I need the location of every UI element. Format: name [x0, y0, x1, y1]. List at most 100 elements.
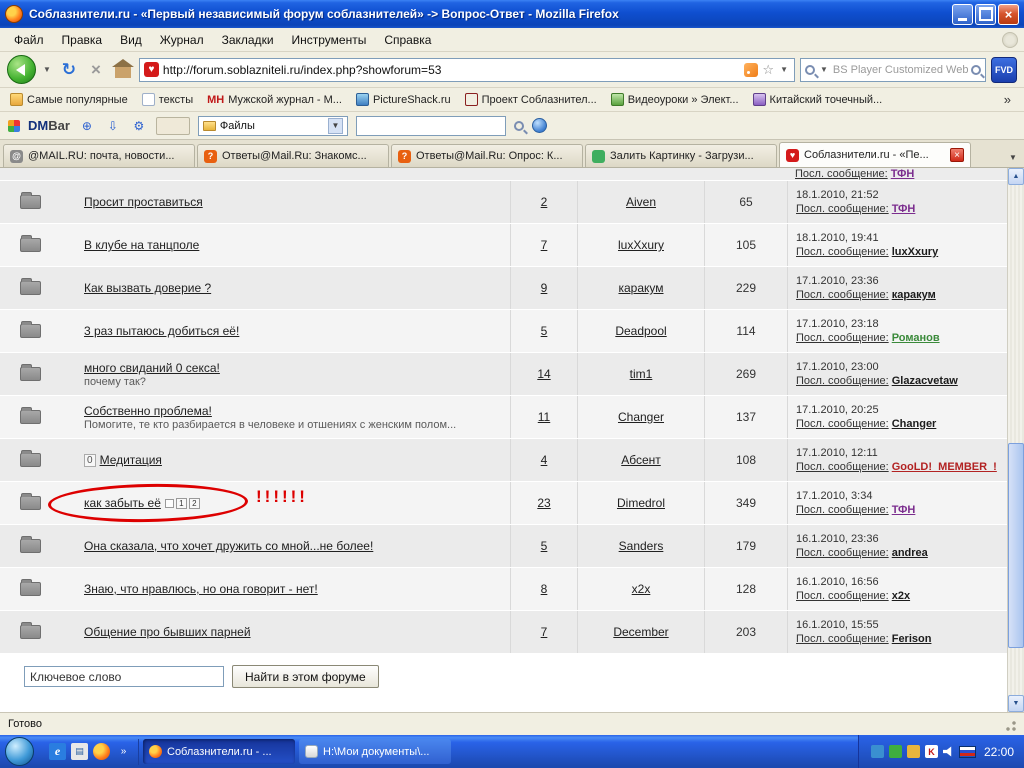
last-post-author[interactable]: luxXxury [892, 246, 938, 258]
volume-icon[interactable] [942, 746, 952, 757]
last-post-label[interactable]: Посл. сообщение: [795, 168, 888, 180]
bookmark-item[interactable]: Китайский точечный... [752, 93, 882, 106]
topic-link[interactable]: много свиданий 0 секса! [84, 361, 220, 375]
menu-view[interactable]: Вид [112, 30, 150, 50]
last-post-author[interactable]: каракум [892, 289, 936, 301]
last-post-author[interactable]: x2x [892, 590, 910, 602]
author-link[interactable]: Changer [618, 410, 664, 424]
dmbar-globe-icon[interactable] [531, 118, 547, 133]
topic-link[interactable]: В клубе на танцполе [84, 238, 199, 252]
author-link[interactable]: Dimedrol [617, 496, 665, 510]
last-post-label[interactable]: Посл. сообщение: [796, 203, 889, 215]
author-link[interactable]: tim1 [630, 367, 653, 381]
tab-otvety-1[interactable]: ? Ответы@Mail.Ru: Знакомс... [197, 144, 389, 167]
last-post-label[interactable]: Посл. сообщение: [796, 547, 889, 559]
tab-upload-image[interactable]: Залить Картинку - Загрузи... [585, 144, 777, 167]
firefox-icon[interactable] [93, 743, 110, 760]
rss-icon[interactable] [744, 62, 759, 77]
last-post-label[interactable]: Посл. сообщение: [796, 332, 889, 344]
web-search-box[interactable]: ▼ BS Player Customized Web S [800, 57, 986, 82]
replies-link[interactable]: 9 [541, 281, 548, 295]
topic-link[interactable]: Медитация [100, 453, 162, 467]
search-engine-dropdown-icon[interactable]: ▼ [818, 65, 830, 74]
back-button[interactable] [7, 55, 36, 84]
dmbar-download-icon[interactable]: ⇩ [104, 117, 122, 135]
tray-update-icon[interactable] [906, 745, 920, 758]
topic-link[interactable]: как забыть её [84, 496, 161, 510]
menu-help[interactable]: Справка [376, 30, 439, 50]
back-history-dropdown-icon[interactable]: ▼ [41, 65, 53, 74]
close-button[interactable]: × [998, 3, 1019, 25]
dmbar-search-icon[interactable] [513, 120, 524, 131]
tab-close-icon[interactable]: × [950, 148, 964, 162]
stop-button[interactable]: × [85, 59, 107, 81]
scrollbar-thumb[interactable] [1008, 443, 1024, 648]
replies-link[interactable]: 11 [538, 410, 550, 424]
dmbar-search-input[interactable] [355, 115, 506, 136]
last-post-author[interactable]: Changer [892, 418, 937, 430]
topic-link[interactable]: Общение про бывших парней [84, 625, 251, 639]
task-button-explorer[interactable]: H:\Мои документы\... [299, 739, 451, 764]
bookmark-item[interactable]: Проект Соблазнител... [464, 93, 597, 106]
author-link[interactable]: December [613, 625, 668, 639]
last-post-author[interactable]: GooLD!_MEMBER_! [892, 461, 997, 473]
last-post-author[interactable]: ТФН [892, 504, 916, 516]
author-link[interactable]: Aiven [626, 195, 656, 209]
last-post-author[interactable]: ТФН [892, 203, 916, 215]
tab-mailru[interactable]: @ @MAIL.RU: почта, новости... [3, 144, 195, 167]
author-link[interactable]: x2x [632, 582, 651, 596]
language-flag-icon[interactable] [958, 745, 976, 758]
tray-antivirus-icon[interactable]: K [924, 745, 938, 758]
topic-link[interactable]: Знаю, что нравлюсь, но она говорит - нет… [84, 582, 318, 596]
bookmark-star-icon[interactable]: ☆ [762, 62, 774, 78]
last-post-label[interactable]: Посл. сообщение: [796, 504, 889, 516]
last-post-label[interactable]: Посл. сообщение: [796, 461, 889, 473]
menu-history[interactable]: Журнал [152, 30, 212, 50]
topic-link[interactable]: Собственно проблема! [84, 404, 212, 418]
search-engine-icon[interactable] [805, 64, 815, 75]
refresh-button[interactable]: ↻ [58, 59, 80, 81]
replies-link[interactable]: 5 [541, 539, 548, 553]
dmbar-mini-button[interactable] [155, 116, 190, 135]
search-forum-button[interactable]: Найти в этом форуме [232, 665, 379, 688]
author-link[interactable]: Абсент [621, 453, 661, 467]
last-post-label[interactable]: Посл. сообщение: [796, 375, 889, 387]
tab-soblazniteli-active[interactable]: ♥ Соблазнители.ru - «Пе... × [779, 142, 971, 167]
keyword-input[interactable] [24, 666, 224, 687]
tab-otvety-2[interactable]: ? Ответы@Mail.Ru: Опрос: К... [391, 144, 583, 167]
last-post-author[interactable]: Романов [892, 332, 940, 344]
last-post-label[interactable]: Посл. сообщение: [796, 289, 889, 301]
scroll-up-icon[interactable]: ▲ [1008, 168, 1024, 185]
menu-file[interactable]: Файл [6, 30, 52, 50]
fvd-button[interactable]: FVD [991, 56, 1017, 83]
replies-link[interactable]: 2 [541, 195, 548, 209]
page-link[interactable]: 2 [188, 497, 200, 509]
topic-link[interactable]: Просит проставиться [84, 195, 203, 209]
menu-tools[interactable]: Инструменты [284, 30, 375, 50]
last-post-author[interactable]: ТФН [891, 168, 915, 180]
quick-launch-chevron-icon[interactable]: » [115, 743, 132, 760]
last-post-author[interactable]: Glazacvetaw [892, 375, 958, 387]
bookmarks-overflow-chevron[interactable]: » [1001, 92, 1014, 107]
author-link[interactable]: каракум [618, 281, 663, 295]
dmbar-files-select[interactable]: Файлы ▼ [197, 115, 348, 136]
home-button[interactable] [111, 59, 134, 81]
bookmark-item[interactable]: Видеоуроки » Элект... [610, 93, 739, 106]
document-icon[interactable]: ▤ [71, 743, 88, 760]
task-button-firefox[interactable]: Соблазнители.ru - ... [143, 739, 295, 764]
dmbar-add-icon[interactable]: ⊕ [78, 117, 96, 135]
tray-agent-icon[interactable] [888, 745, 902, 758]
bookmark-item[interactable]: PictureShack.ru [355, 93, 451, 106]
menu-edit[interactable]: Правка [54, 30, 111, 50]
topic-link[interactable]: Она сказала, что хочет дружить со мной..… [84, 539, 373, 553]
replies-link[interactable]: 4 [541, 453, 548, 467]
maximize-button[interactable] [975, 3, 996, 25]
start-button[interactable] [5, 737, 34, 766]
last-post-label[interactable]: Посл. сообщение: [796, 418, 889, 430]
url-dropdown-icon[interactable]: ▼ [778, 65, 790, 74]
bookmark-item[interactable]: тексты [141, 93, 193, 106]
author-link[interactable]: luxXxury [618, 238, 664, 252]
url-input[interactable] [162, 62, 741, 77]
tray-network-icon[interactable] [870, 745, 884, 758]
replies-link[interactable]: 23 [537, 496, 550, 510]
